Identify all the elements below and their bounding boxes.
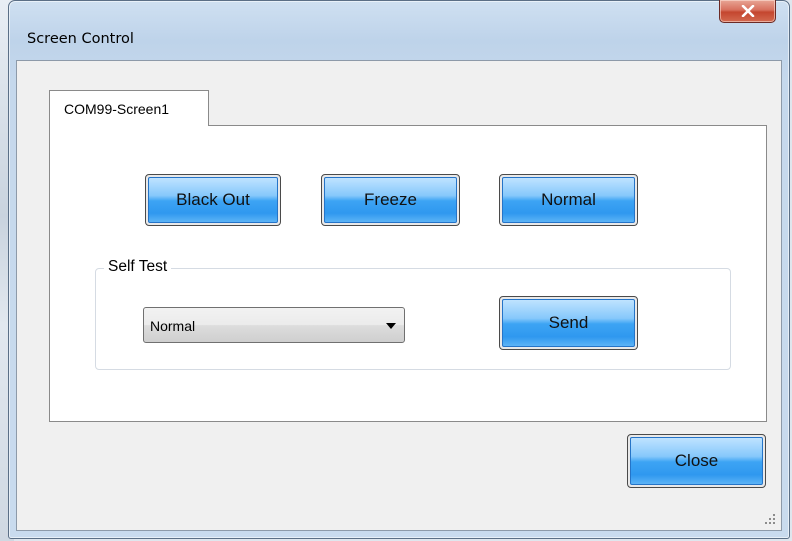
self-test-mode-select[interactable]: Normal (143, 307, 405, 343)
black-out-button[interactable]: Black Out (145, 174, 281, 226)
self-test-mode-value: Normal (150, 318, 196, 334)
normal-button-label: Normal (502, 177, 635, 223)
close-button-label: Close (630, 437, 763, 485)
close-icon (741, 5, 754, 17)
tab-panel: Black Out Freeze Normal Self Test Normal… (49, 125, 767, 422)
send-button-label: Send (502, 299, 635, 347)
black-out-button-label: Black Out (148, 177, 278, 223)
dialog-client-area: COM99-Screen1 Black Out Freeze Normal Se… (16, 60, 782, 531)
freeze-button-label: Freeze (324, 177, 457, 223)
close-button[interactable]: Close (627, 434, 766, 488)
self-test-label: Self Test (104, 258, 172, 276)
freeze-button[interactable]: Freeze (321, 174, 460, 226)
dropdown-arrow-icon (386, 323, 396, 329)
normal-button[interactable]: Normal (499, 174, 638, 226)
tab-com99-screen1[interactable]: COM99-Screen1 (49, 90, 209, 126)
self-test-group: Self Test Normal Send (95, 258, 731, 370)
resize-grip-icon[interactable] (763, 512, 777, 526)
window-close-button[interactable] (719, 0, 776, 23)
window-title: Screen Control (27, 31, 134, 47)
screen-control-dialog: Screen Control COM99-Screen1 Black Out F… (8, 0, 790, 539)
send-button[interactable]: Send (499, 296, 638, 350)
